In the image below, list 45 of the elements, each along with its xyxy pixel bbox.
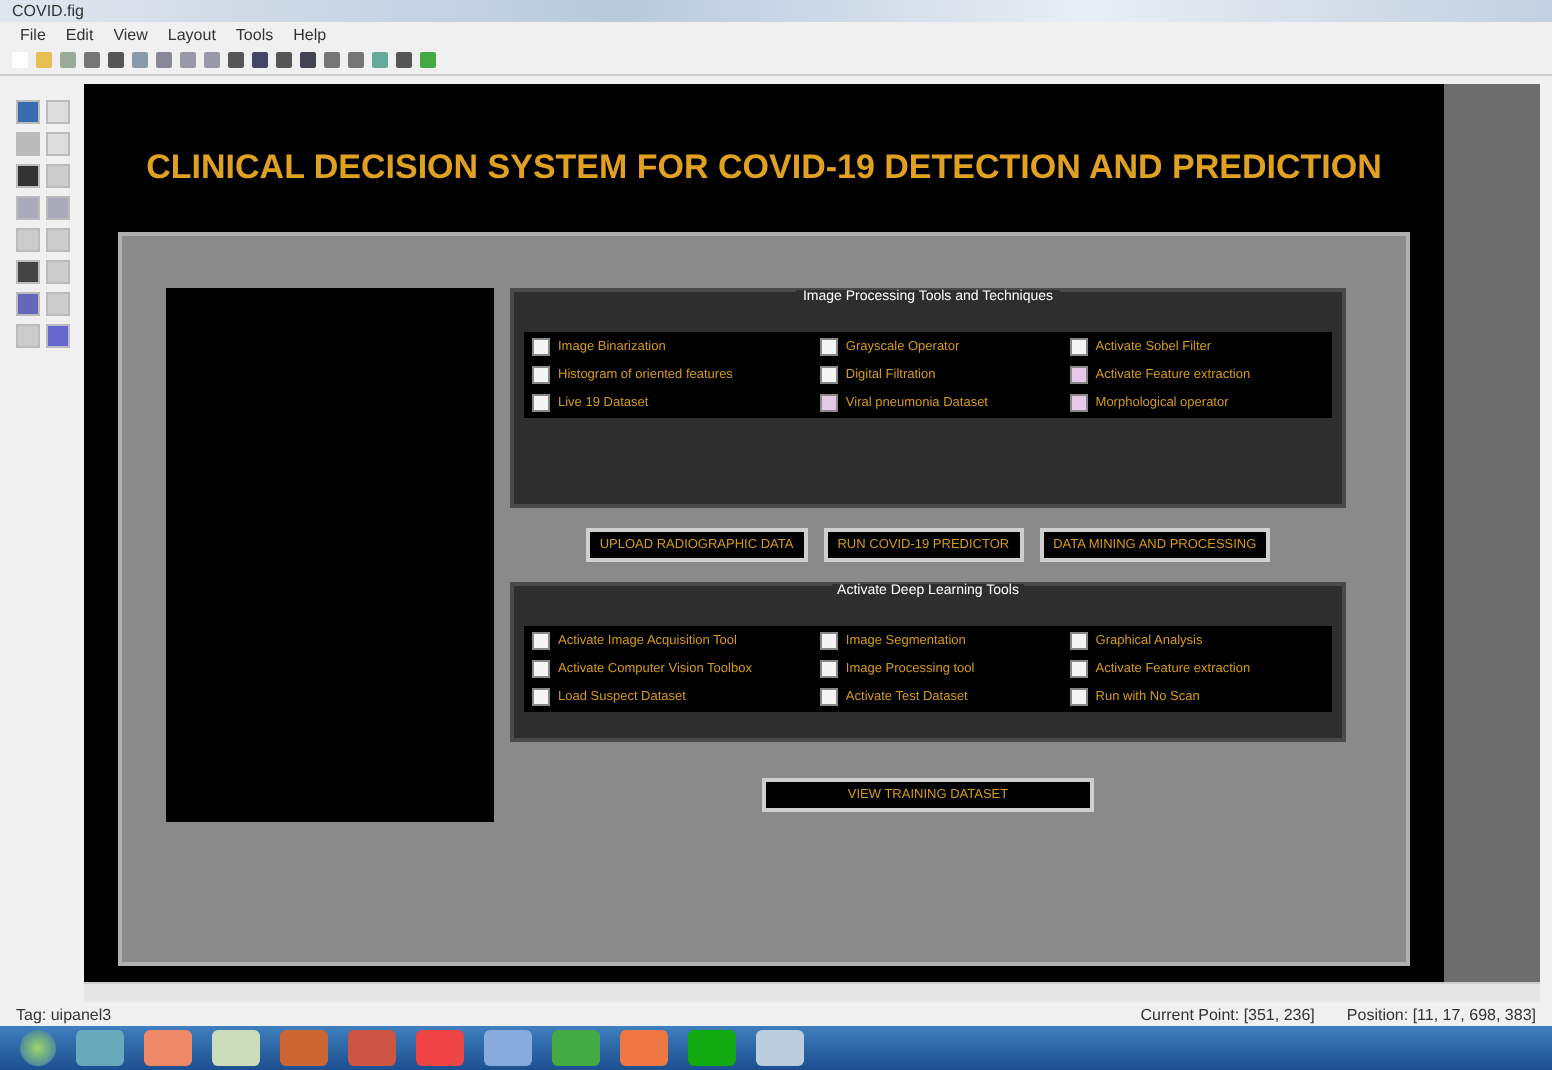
menu-item[interactable]: Help: [293, 25, 327, 43]
status-tag: Tag: uipanel3: [16, 1005, 112, 1023]
checkbox[interactable]: [532, 632, 550, 650]
checkbox[interactable]: [819, 394, 838, 412]
position-readout: Position: [11, 17, 698, 383]: [1346, 1005, 1536, 1023]
checkbox[interactable]: [819, 688, 838, 706]
window-title: COVID.fig: [12, 2, 85, 20]
checkbox[interactable]: [819, 660, 838, 678]
taskbar-app-icon[interactable]: [76, 1030, 124, 1066]
checkbox[interactable]: [532, 394, 550, 412]
horizontal-scrollbar[interactable]: [84, 982, 1540, 1002]
palette-tool-icon[interactable]: [16, 164, 40, 188]
checkbox[interactable]: [819, 338, 838, 356]
palette-tool-icon[interactable]: [16, 260, 40, 284]
taskbar-app-icon[interactable]: [756, 1030, 804, 1066]
checkbox[interactable]: [532, 660, 550, 678]
taskbar-app-icon[interactable]: [416, 1030, 464, 1066]
checkbox[interactable]: [532, 366, 550, 384]
taskbar-app-icon[interactable]: [280, 1030, 328, 1066]
taskbar-app-icon[interactable]: [212, 1030, 260, 1066]
taskbar-app-icon[interactable]: [552, 1030, 600, 1066]
figure-heading: CLINICAL DECISION SYSTEM FOR COVID-19 DETECTION AND PREDICTION: [146, 148, 1382, 188]
menu-item[interactable]: Tools: [235, 25, 274, 43]
menu-item[interactable]: Edit: [65, 25, 94, 43]
checkbox[interactable]: [1069, 632, 1088, 650]
palette-tool-icon[interactable]: [16, 100, 40, 124]
checkbox[interactable]: [1069, 366, 1088, 384]
checkbox[interactable]: [1069, 660, 1088, 678]
taskbar-app-icon[interactable]: [484, 1030, 532, 1066]
taskbar-app-icon[interactable]: [620, 1030, 668, 1066]
checkbox[interactable]: [819, 632, 838, 650]
checkbox[interactable]: [819, 366, 838, 384]
current-point: Current Point: [351, 236]: [1140, 1005, 1315, 1023]
start-icon[interactable]: [20, 1030, 56, 1066]
checkbox[interactable]: [532, 338, 550, 356]
taskbar-app-icon[interactable]: [348, 1030, 396, 1066]
checkbox[interactable]: [1069, 394, 1088, 412]
checkbox[interactable]: [1069, 688, 1088, 706]
checkbox[interactable]: [532, 688, 550, 706]
menu-item[interactable]: View: [113, 25, 148, 43]
checkbox[interactable]: [1069, 338, 1088, 356]
taskbar-app-icon[interactable]: [688, 1030, 736, 1066]
taskbar-app-icon[interactable]: [144, 1030, 192, 1066]
menu-item[interactable]: Layout: [167, 25, 216, 43]
menu-item[interactable]: File: [20, 25, 46, 43]
